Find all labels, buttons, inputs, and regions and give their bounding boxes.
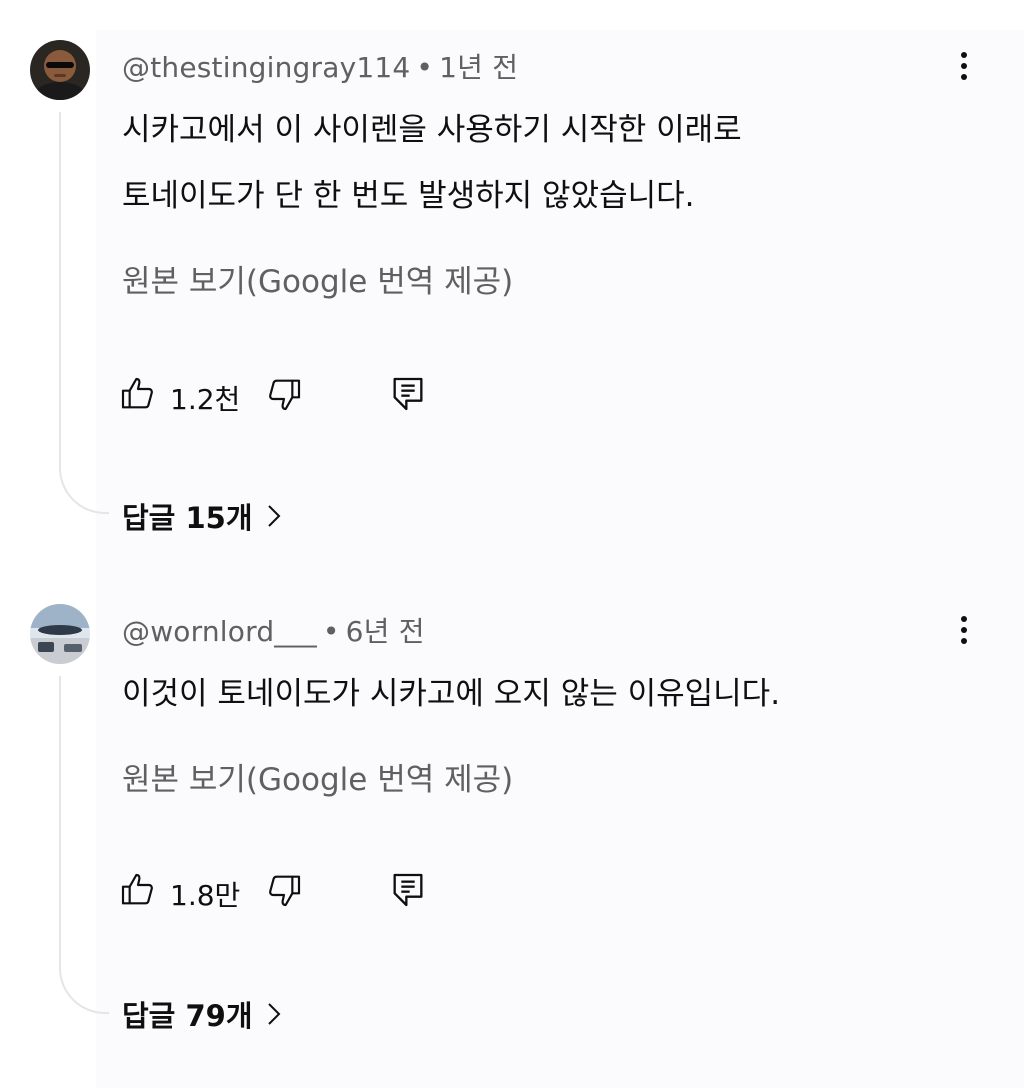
more-options-button[interactable] xyxy=(946,46,982,90)
reply-comment-icon xyxy=(388,870,428,914)
comment-thread: @wornlord___ • 6년 전 이것이 토네이도가 시카고에 오지 않는 이… xyxy=(0,570,1024,1088)
see-original-link[interactable]: 원본 보기(Google 번역 제공) xyxy=(122,256,513,301)
three-dots-vertical-icon xyxy=(960,615,968,649)
chevron-right-icon xyxy=(267,1002,281,1026)
meta-separator: • xyxy=(322,615,340,648)
replies-count-label: 답글 15개 xyxy=(122,501,253,535)
reply-button[interactable] xyxy=(388,868,428,916)
landscape-car-avatar[interactable] xyxy=(30,604,90,664)
thumbs-up-icon xyxy=(118,870,158,914)
comment-body-line: 토네이도가 단 한 번도 발생하지 않았습니다. xyxy=(122,178,695,214)
view-replies-button[interactable]: 답글 79개 xyxy=(122,990,281,1038)
like-button[interactable] xyxy=(118,868,158,916)
person-sunglasses-avatar[interactable] xyxy=(30,40,90,100)
comment-body-line: 시카고에서 이 사이렌을 사용하기 시작한 이래로 xyxy=(122,112,742,148)
comment-actions: 1.8만 xyxy=(118,868,458,916)
author-handle[interactable]: @wornlord___ xyxy=(122,615,317,648)
thread-line xyxy=(59,112,109,514)
three-dots-vertical-icon xyxy=(960,51,968,85)
reply-comment-icon xyxy=(388,374,428,418)
thumbs-down-icon xyxy=(264,870,304,914)
more-options-button[interactable] xyxy=(946,610,982,654)
comment-meta: @thestingingray114 • 1년 전 xyxy=(122,46,518,86)
meta-separator: • xyxy=(416,51,434,84)
thread-line xyxy=(59,676,109,1014)
view-replies-button[interactable]: 답글 15개 xyxy=(122,492,281,540)
comment-meta: @wornlord___ • 6년 전 xyxy=(122,610,425,650)
author-handle[interactable]: @thestingingray114 xyxy=(122,51,410,84)
thumbs-down-icon xyxy=(264,374,304,418)
like-count: 1.8만 xyxy=(170,879,241,912)
dislike-button[interactable] xyxy=(264,372,304,420)
thumbs-up-icon xyxy=(118,374,158,418)
dislike-button[interactable] xyxy=(264,868,304,916)
like-button[interactable] xyxy=(118,372,158,420)
see-original-link[interactable]: 원본 보기(Google 번역 제공) xyxy=(122,754,513,799)
replies-count-label: 답글 79개 xyxy=(122,999,253,1033)
comment-time: 6년 전 xyxy=(345,615,425,648)
comment-body-line: 이것이 토네이도가 시카고에 오지 않는 이유입니다. xyxy=(122,676,781,712)
comment-thread: @thestingingray114 • 1년 전 시카고에서 이 사이렌을 사용하… xyxy=(0,0,1024,560)
like-count: 1.2천 xyxy=(170,383,241,416)
reply-button[interactable] xyxy=(388,372,428,420)
comment-time: 1년 전 xyxy=(439,51,519,84)
comment-actions: 1.2천 xyxy=(118,372,458,420)
chevron-right-icon xyxy=(267,504,281,528)
